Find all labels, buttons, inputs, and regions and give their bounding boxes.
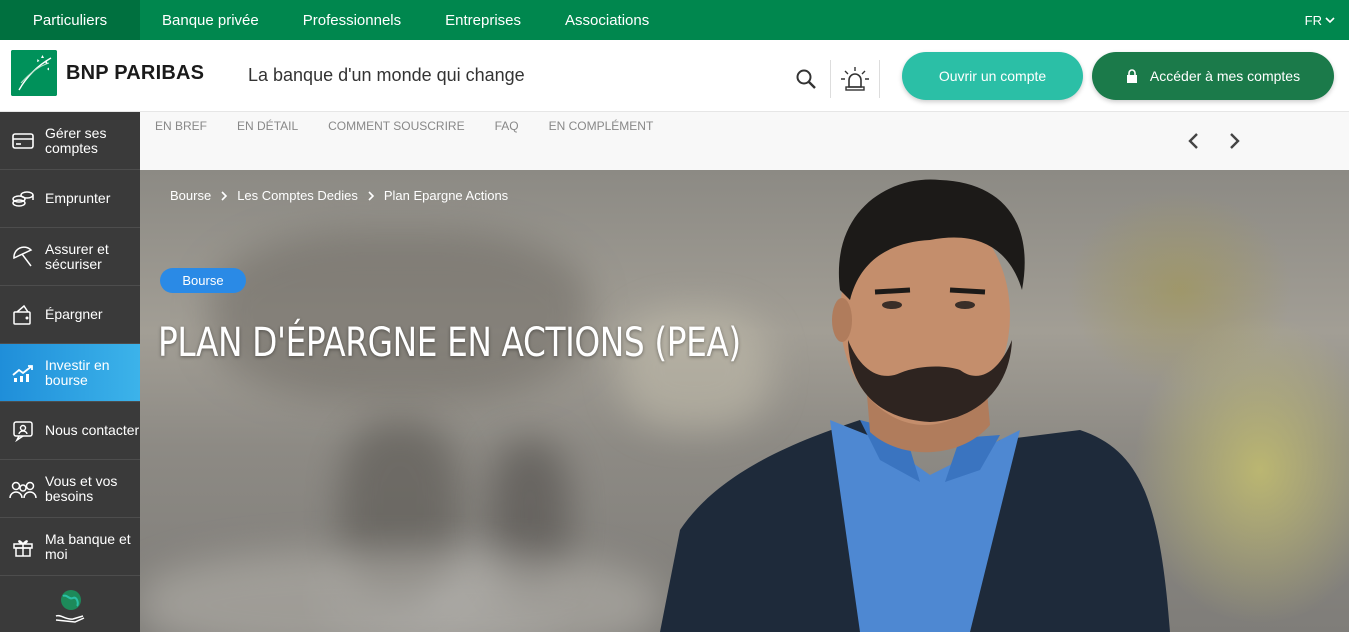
sidebar-item-contacter[interactable]: Nous contacter — [0, 402, 140, 460]
topnav-entreprises[interactable]: Entreprises — [423, 0, 543, 40]
bnp-logo[interactable]: BNP PARIBAS — [11, 50, 204, 96]
chevron-right-icon — [221, 190, 228, 201]
people-icon — [0, 479, 45, 499]
sidebar: Gérer ses comptes Emprunter Assurer et s… — [0, 112, 140, 632]
access-accounts-label: Accéder à mes comptes — [1149, 68, 1301, 84]
logo-text: BNP PARIBAS — [66, 61, 205, 84]
page-title: PLAN D'ÉPARGNE EN ACTIONS (PEA) — [158, 320, 741, 366]
chevron-right-icon — [368, 190, 375, 201]
chevron-right-icon[interactable] — [1225, 132, 1243, 150]
hero-person-image — [660, 179, 1170, 632]
chevron-left-icon[interactable] — [1185, 132, 1203, 150]
savings-icon — [0, 304, 45, 326]
sidebar-item-label: Nous contacter — [45, 422, 140, 438]
background-blur — [140, 550, 660, 632]
sidebar-item-assurer[interactable]: Assurer et sécuriser — [0, 228, 140, 286]
subnav-en-bref[interactable]: EN BREF — [155, 119, 207, 133]
alert-button[interactable] — [831, 58, 879, 100]
open-account-button[interactable]: Ouvrir un compte — [902, 52, 1083, 100]
umbrella-icon — [0, 245, 45, 268]
sidebar-item-ma-banque[interactable]: Ma banque et moi — [0, 518, 140, 576]
access-accounts-button[interactable]: Accéder à mes comptes — [1092, 52, 1334, 100]
breadcrumb-item-comptes-dedies[interactable]: Les Comptes Dedies — [237, 188, 358, 203]
sidebar-item-gerer-comptes[interactable]: Gérer ses comptes — [0, 112, 140, 170]
sidebar-item-investir[interactable]: Investir en bourse — [0, 344, 140, 402]
subnav-en-complement[interactable]: EN COMPLÉMENT — [549, 119, 654, 133]
subnav-faq[interactable]: FAQ — [495, 119, 519, 133]
bnp-logo-mark — [11, 50, 57, 96]
breadcrumb: Bourse Les Comptes Dedies Plan Epargne A… — [170, 188, 508, 203]
sidebar-item-epargner[interactable]: Épargner — [0, 286, 140, 344]
coins-icon — [0, 189, 45, 209]
breadcrumb-item-current: Plan Epargne Actions — [383, 188, 509, 203]
sub-navigation: EN BREF EN DÉTAIL COMMENT SOUSCRIRE FAQ … — [140, 112, 1349, 170]
tagline: La banque d'un monde qui change — [248, 65, 525, 85]
sidebar-item-emprunter[interactable]: Emprunter — [0, 170, 140, 228]
breadcrumb-item-bourse[interactable]: Bourse — [170, 188, 211, 203]
sidebar-item-label: Ma banque et moi — [45, 530, 131, 562]
header-icons — [782, 58, 880, 100]
topnav-banque-privee[interactable]: Banque privée — [140, 0, 281, 40]
gift-icon — [0, 536, 45, 558]
sidebar-item-label: Assurer et sécuriser — [45, 240, 109, 272]
language-selector[interactable]: FR — [1305, 0, 1349, 40]
sidebar-item-besoins[interactable]: Vous et vos besoins — [0, 460, 140, 518]
lock-icon — [1126, 69, 1137, 83]
subnav-comment-souscrire[interactable]: COMMENT SOUSCRIRE — [328, 119, 464, 133]
search-icon — [796, 69, 816, 89]
language-label: FR — [1304, 12, 1322, 28]
sidebar-item-label: Épargner — [45, 306, 103, 322]
sidebar-bottom — [0, 576, 140, 636]
sidebar-item-label: Gérer ses comptes — [45, 124, 107, 156]
globe-hand-icon[interactable] — [53, 586, 87, 626]
background-blur — [210, 230, 590, 400]
divider — [879, 60, 880, 98]
hero-banner: Bourse Les Comptes Dedies Plan Epargne A… — [140, 170, 1349, 632]
sidebar-item-label: Investir en bourse — [45, 356, 110, 388]
contact-icon — [0, 420, 45, 442]
subnav-en-detail[interactable]: EN DÉTAIL — [237, 119, 298, 133]
category-tag[interactable]: Bourse — [160, 268, 246, 293]
chart-icon — [0, 363, 45, 383]
alarm-light-icon — [841, 67, 869, 91]
search-button[interactable] — [782, 58, 830, 100]
topnav-associations[interactable]: Associations — [543, 0, 671, 40]
top-navigation: Particuliers Banque privée Professionnel… — [0, 0, 1349, 40]
topnav-particuliers[interactable]: Particuliers — [0, 0, 140, 40]
chevron-down-icon — [1325, 17, 1335, 24]
header: BNP PARIBAS La banque d'un monde qui cha… — [0, 40, 1349, 112]
sidebar-item-label: Emprunter — [45, 190, 111, 206]
sidebar-item-label: Vous et vos besoins — [45, 472, 118, 504]
card-icon — [0, 132, 45, 150]
topnav-professionnels[interactable]: Professionnels — [281, 0, 423, 40]
